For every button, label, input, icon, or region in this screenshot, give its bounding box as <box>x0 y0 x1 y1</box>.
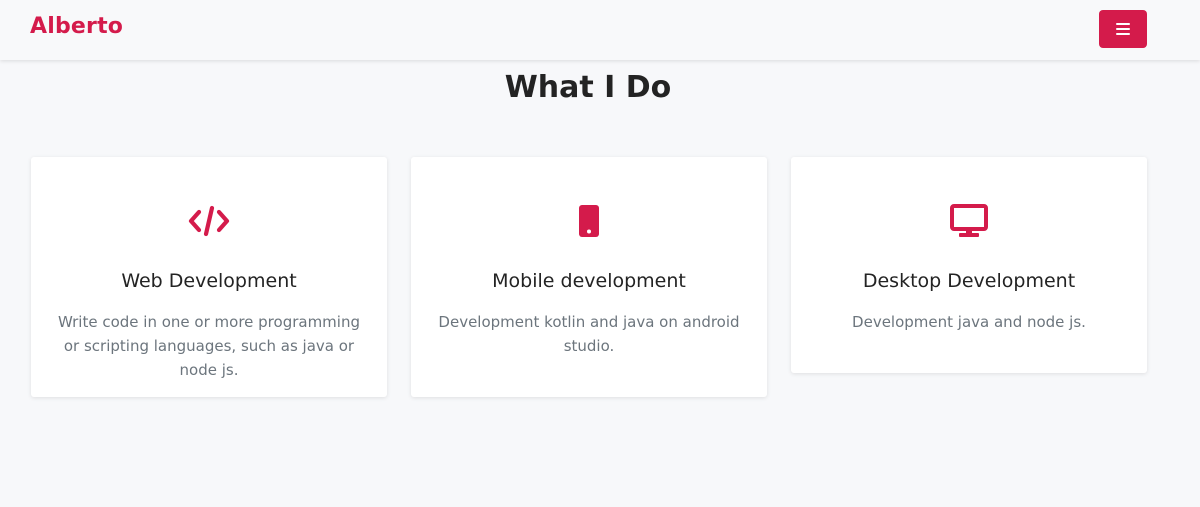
code-icon <box>31 201 387 241</box>
mobile-phone-icon <box>411 201 767 241</box>
section-title: What I Do <box>504 70 672 105</box>
service-title: Mobile development <box>492 270 686 292</box>
hamburger-menu-icon <box>1116 23 1130 35</box>
service-card-mobile: Mobile development Development kotlin an… <box>411 157 767 397</box>
service-title: Web Development <box>121 270 297 292</box>
service-description: Write code in one or more programming or… <box>57 313 360 379</box>
navbar: Alberto <box>0 0 1200 60</box>
brand-logo[interactable]: Alberto <box>30 14 123 39</box>
service-description: Development kotlin and java on android s… <box>438 313 740 355</box>
service-description: Development java and node js. <box>852 313 1086 331</box>
service-card-web: Web Development Write code in one or mor… <box>31 157 387 397</box>
menu-toggle-button[interactable] <box>1099 10 1147 48</box>
service-card-desktop: Desktop Development Development java and… <box>791 157 1147 373</box>
service-title: Desktop Development <box>862 270 1076 292</box>
desktop-monitor-icon <box>791 201 1147 241</box>
